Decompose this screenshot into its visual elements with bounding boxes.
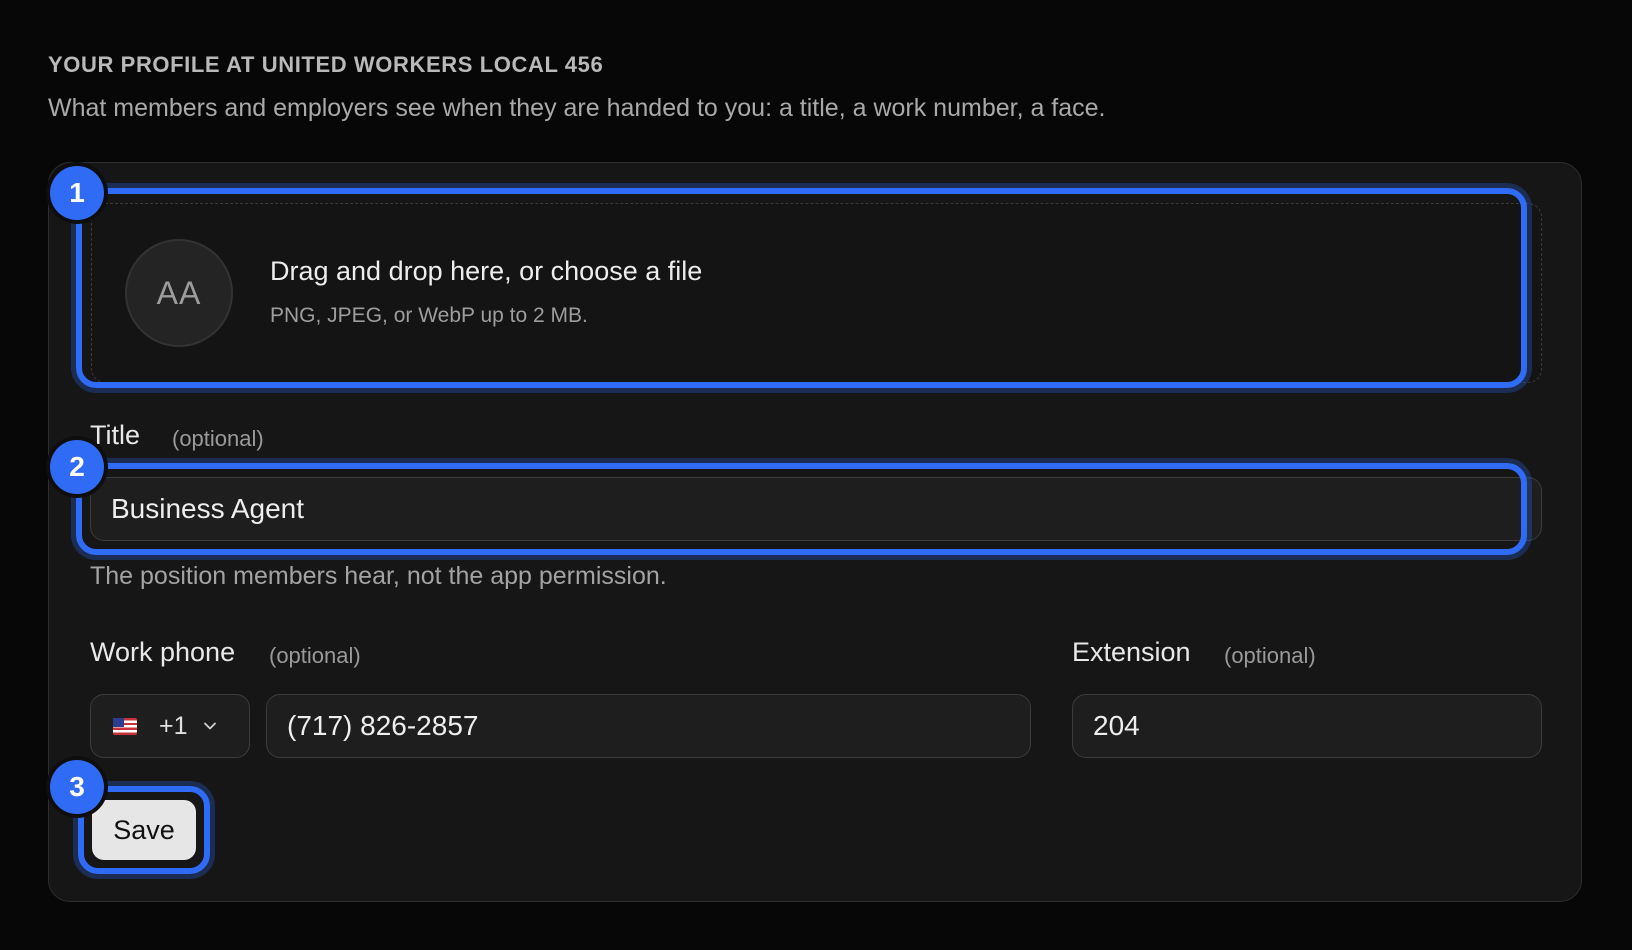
dial-code: +1: [159, 711, 188, 740]
extension-input[interactable]: [1072, 694, 1542, 758]
title-label: Title: [90, 420, 141, 450]
profile-page: YOUR PROFILE AT UNITED WORKERS LOCAL 456…: [0, 0, 1632, 950]
dropzone-hint: PNG, JPEG, or WebP up to 2 MB.: [270, 304, 588, 327]
step-badge-1: 1: [50, 166, 104, 220]
save-button[interactable]: Save: [92, 800, 196, 860]
avatar-initials: AA: [156, 274, 202, 311]
avatar-dropzone[interactable]: AA Drag and drop here, or choose a file …: [91, 203, 1542, 383]
chevron-down-icon: [203, 722, 216, 730]
page-title: YOUR PROFILE AT UNITED WORKERS LOCAL 456: [48, 52, 604, 77]
dropzone-prompt[interactable]: Drag and drop here, or choose a file: [270, 256, 702, 287]
extension-optional-note: (optional): [1224, 643, 1316, 668]
work-phone-optional-note: (optional): [269, 643, 361, 668]
title-helper-text: The position members hear, not the app p…: [90, 562, 667, 590]
work-phone-input[interactable]: [266, 694, 1031, 758]
avatar: AA: [125, 239, 233, 347]
country-code-select[interactable]: +1: [90, 694, 250, 758]
extension-label: Extension: [1072, 637, 1191, 667]
step-badge-3: 3: [50, 760, 104, 814]
title-optional-note: (optional): [172, 426, 264, 451]
step-badge-2: 2: [50, 440, 104, 494]
title-input[interactable]: [90, 477, 1542, 541]
page-subtitle: What members and employers see when they…: [48, 94, 1106, 122]
us-flag-icon: [113, 717, 137, 735]
work-phone-label: Work phone: [90, 637, 236, 667]
